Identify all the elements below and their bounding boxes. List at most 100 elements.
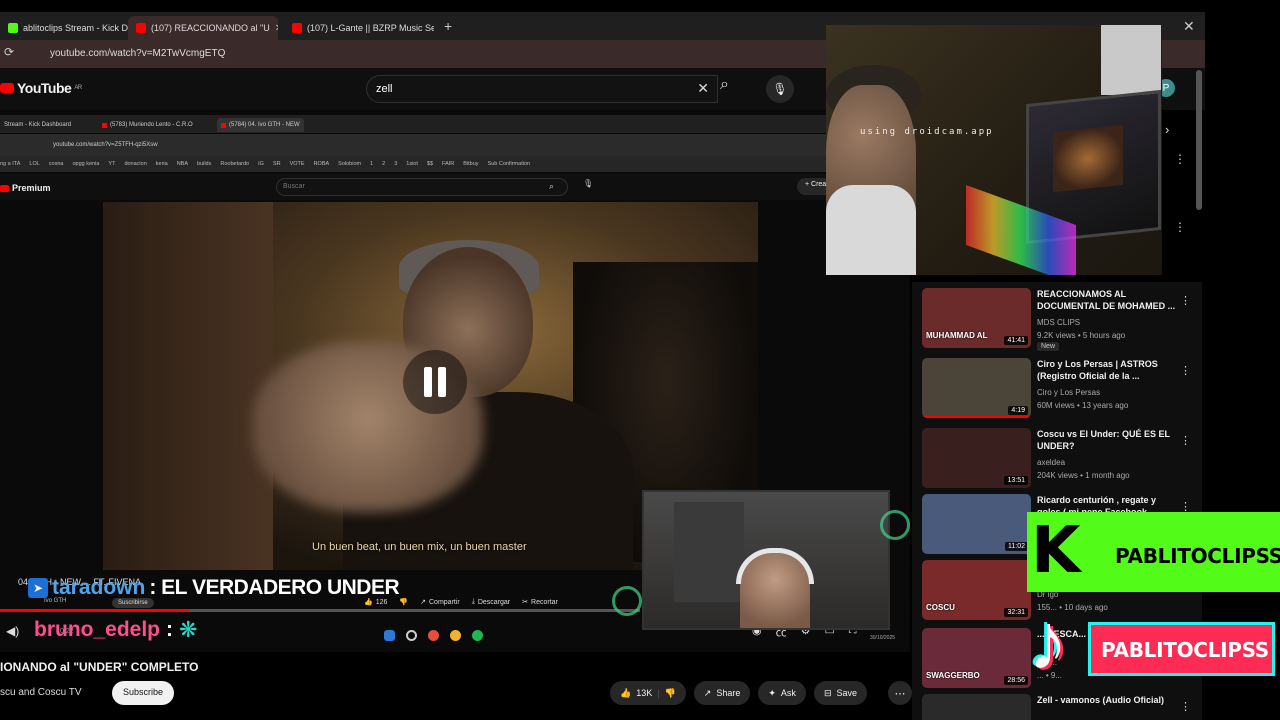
streamer-inset-camera [642,490,890,630]
recommendation-title[interactable]: Zell - vamonos (Audio Oficial) [1037,694,1177,706]
chevron-right-icon[interactable]: › [1165,122,1169,137]
chrome-icon [450,630,461,641]
logo-text: YouTube [17,80,72,96]
more-vert-icon[interactable]: ⋮ [1180,364,1191,377]
bookmark-item: ng a ITA [0,161,21,167]
mic-icon[interactable]: 🎙 [766,75,794,103]
subscribe-button[interactable]: Subscribe [112,681,175,705]
volume-icon[interactable]: ◀) [6,624,19,638]
duration-badge: 13:51 [1004,476,1028,485]
save-button[interactable]: ⊟ Save [813,681,867,705]
search-icon[interactable]: ⌕ [720,76,729,94]
inner-clip-label: Recortar [531,598,558,606]
recommendation-channel[interactable]: Ciro y Los Persas [1037,388,1100,397]
bookmark-item: keria [155,161,168,167]
frame-wall [103,202,273,570]
bookmark-item: IG [258,161,264,167]
kick-logo-letter: K [1031,514,1081,588]
mic-icon: 🎙 [583,179,594,188]
inner-tab-label: Stream - Kick Dashboard [4,122,72,128]
video-thumbnail[interactable]: 13:51 [922,428,1031,488]
url-text[interactable]: youtube.com/watch?v=M2TwVcmgETQ [50,48,225,59]
more-vert-icon[interactable]: ⋮ [1174,220,1186,234]
inner-tab-bar: Stream - Kick Dashboard (5783) Muriendo … [0,115,910,133]
recommendation-channel[interactable]: MDS CLIPS [1037,318,1080,327]
reload-icon[interactable]: ⟳ [4,45,14,59]
search-icon: ⌕ [549,181,555,191]
kick-channel-name: PABLITOCLIPSS [1115,544,1280,568]
bookmark-item: 2 [382,161,386,167]
thumb-down-icon: 👎 [664,687,676,698]
recommendation-title[interactable]: REACCIONAMOS AL DOCUMENTAL DE MOHAMED ..… [1037,288,1177,312]
inner-address-bar: youtube.com/watch?v=Z5TFH-qzi5Xsw [0,134,910,156]
search-input[interactable] [376,83,676,95]
inset-headset [736,548,814,584]
inset-room [674,502,744,602]
more-options-icon[interactable]: ⋯ [888,681,912,705]
tab-kick-dashboard[interactable]: ablitoclips Stream - Kick Dashb ✕ [0,16,128,40]
recommendation-meta: 204K views • 1 month ago [1037,471,1130,480]
youtube-play-icon [0,83,14,93]
clear-search-icon[interactable]: ✕ [697,80,709,97]
youtube-favicon-icon [136,23,146,33]
more-vert-icon[interactable]: ⋮ [1180,294,1191,307]
share-button[interactable]: ↗ Share [693,681,751,705]
tab-lgante[interactable]: (107) L-Gante || BZRP Music Se ✕ [284,16,434,40]
recommendation-title[interactable]: Ciro y Los Persas | ASTROS (Registro Ofi… [1037,358,1177,382]
download-icon: ⤓ [471,598,475,605]
bookmark-item: 1 [370,161,374,167]
youtube-play-icon [0,184,9,192]
pause-icon[interactable] [403,350,467,414]
close-icon[interactable]: ✕ [275,23,278,34]
tab-label: (107) REACCIONANDO al "U [151,23,270,33]
like-count: 13K [636,688,653,698]
video-thumbnail[interactable]: 11:02 [922,494,1031,554]
more-vert-icon[interactable]: ⋮ [1180,700,1191,713]
new-badge: New [1037,342,1060,351]
youtube-logo[interactable]: YouTube AR [0,80,82,96]
duration-badge: 4:19 [1008,406,1028,415]
chat-username: bruno_edelp [34,618,161,641]
video-player[interactable]: Stream - Kick Dashboard (5783) Muriendo … [0,110,910,652]
divider: | [657,688,660,698]
webcam-overlay: using droidcam.app [826,25,1162,275]
save-label: Save [836,688,857,698]
recommendation-meta: 9.2K views • 5 hours ago [1037,331,1126,340]
inner-youtube-logo: Premium [0,183,51,193]
ask-label: Ask [780,688,796,698]
new-tab-icon[interactable]: + [444,18,452,34]
bookmark-item: ROBA [313,161,330,167]
channel-name[interactable]: scu and Coscu TV [0,687,82,698]
recommendation-item[interactable]: 4:19 Ciro y Los Persas | ASTROS (Registr… [922,358,1192,418]
recommendation-channel[interactable]: axeldea [1037,458,1065,467]
premium-label: Premium [12,183,51,193]
tab-reaccionando[interactable]: (107) REACCIONANDO al "U ✕ [128,16,278,40]
more-vert-icon[interactable]: ⋮ [1180,434,1191,447]
watch-progress [922,416,1031,418]
video-thumbnail[interactable]: 4:19 [922,358,1031,418]
inner-youtube-header: Premium Buscar ⌕ 🎙 + Crear [0,174,910,200]
ask-button[interactable]: ✦ Ask [758,681,806,705]
scrollbar[interactable] [1196,70,1202,210]
inner-download-label: Descargar [477,598,511,606]
windows-icon [384,630,395,641]
chat-text: : EL VERDADERO UNDER [149,576,400,599]
youtube-favicon-icon [292,23,302,33]
more-vert-icon[interactable]: ⋮ [1174,152,1186,166]
recommendation-item[interactable]: 13:51 Coscu vs El Under: QUÉ ES EL UNDER… [922,428,1192,488]
tab-label: (107) L-Gante || BZRP Music Se [307,23,434,33]
inner-progress-bar[interactable] [0,609,640,612]
recommendation-title[interactable]: Coscu vs El Under: QUÉ ES EL UNDER? [1037,428,1177,452]
video-thumbnail[interactable]: MUHAMMAD AL 41:41 [922,288,1031,348]
bookmark-item: 1siot [406,161,418,167]
bookmark-item: Bitbuy [463,161,479,167]
thumb-up-icon: 👍 [620,687,632,698]
recommendation-item[interactable]: Zell - vamonos (Audio Oficial) Zell ⋮ [922,694,1192,720]
recommendation-item[interactable]: MUHAMMAD AL 41:41 REACCIONAMOS AL DOCUME… [922,288,1192,351]
video-thumbnail[interactable] [922,694,1031,720]
tiktok-channel-name: PABLITOCLIPSS [1101,638,1269,662]
like-button[interactable]: 👍 13K | 👎 [610,681,686,705]
taskbar [384,630,483,641]
search-box[interactable]: ✕ [366,75,718,103]
window-close-icon[interactable]: ✕ [1183,18,1195,35]
